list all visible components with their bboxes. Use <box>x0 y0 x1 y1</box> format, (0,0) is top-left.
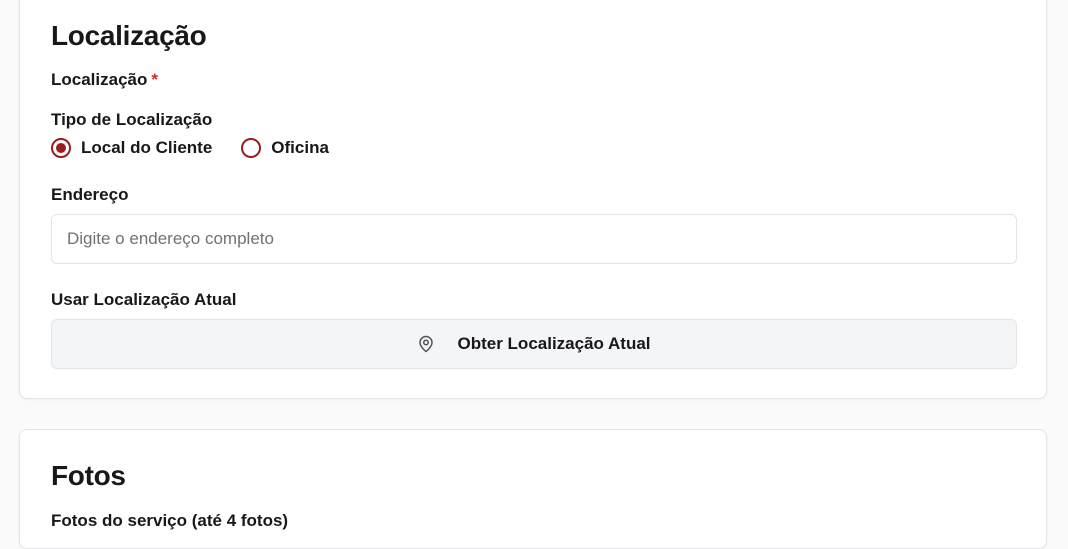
section-title-photos: Fotos <box>51 460 126 491</box>
address-input[interactable] <box>51 214 1017 264</box>
address-label: Endereço <box>51 185 129 204</box>
required-asterisk: * <box>151 70 158 89</box>
radio-option-local-do-cliente[interactable]: Local do Cliente <box>51 138 212 158</box>
location-label-text: Localização <box>51 70 148 89</box>
location-card: Localização Localização * Tipo de Localiz… <box>19 0 1047 399</box>
radio-button-unchecked[interactable] <box>241 138 262 158</box>
location-type-radio-group: Local do Cliente Oficina <box>51 138 358 158</box>
current-location-label: Usar Localização Atual <box>51 290 237 309</box>
location-label: Localização * <box>51 70 158 90</box>
get-current-location-button[interactable]: Obter Localização Atual <box>51 319 1017 369</box>
section-title-location: Localização <box>51 20 207 51</box>
photos-card: Fotos Fotos do serviço (até 4 fotos) <box>19 429 1047 549</box>
location-type-label: Tipo de Localização <box>51 110 213 129</box>
map-pin-icon <box>417 335 435 353</box>
radio-button-checked[interactable] <box>51 138 71 158</box>
get-current-location-label: Obter Localização Atual <box>457 334 651 353</box>
radio-dot <box>56 143 66 153</box>
radio-label-oficina[interactable]: Oficina <box>271 138 329 158</box>
photos-label: Fotos do serviço (até 4 fotos) <box>51 511 289 530</box>
radio-label-local-do-cliente[interactable]: Local do Cliente <box>81 138 212 158</box>
radio-option-oficina[interactable]: Oficina <box>241 138 329 158</box>
